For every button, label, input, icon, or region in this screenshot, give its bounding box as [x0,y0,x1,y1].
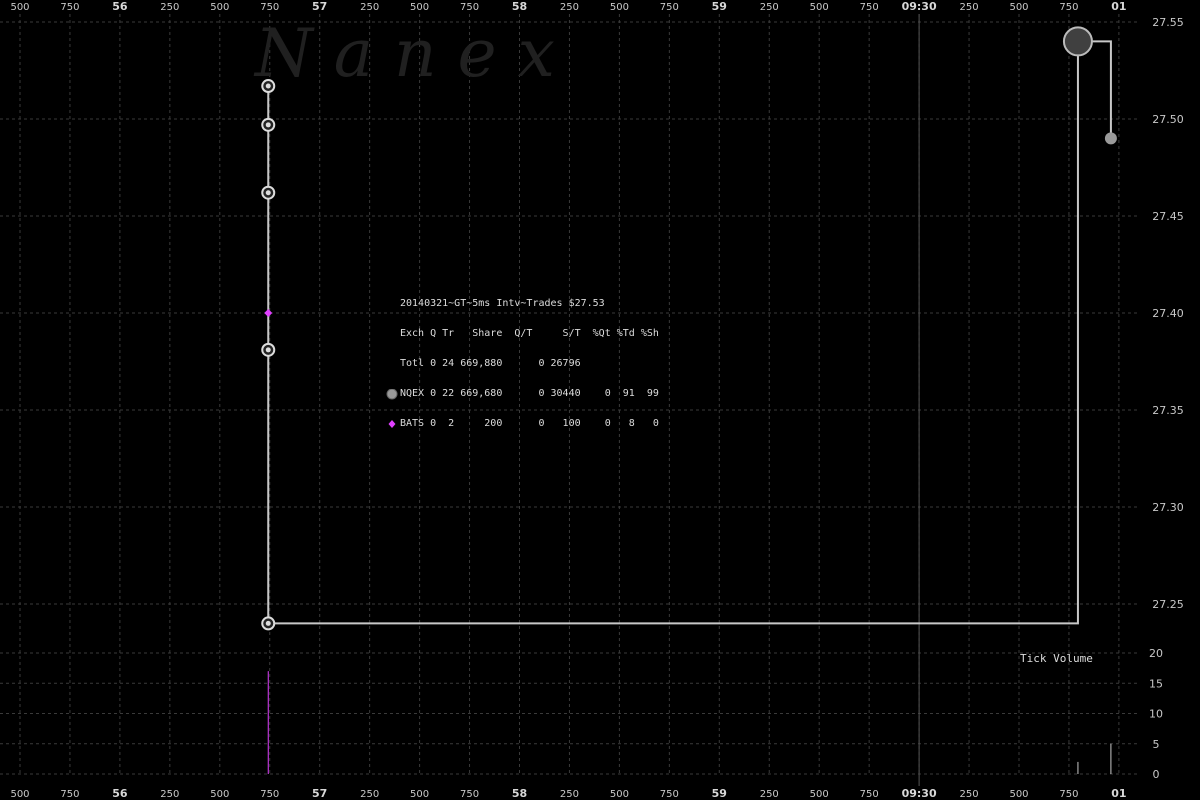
price-tick-label: 27.30 [1152,501,1184,514]
x-tick-label: 500 [210,789,229,800]
x-tick-label: 750 [60,2,79,13]
x-tick-label: 56 [112,0,128,13]
nqex-trade-point [1104,132,1117,145]
volume-tick-label: 0 [1153,768,1160,781]
x-tick-label: 09:30 [902,0,937,13]
x-tick-label: 250 [760,2,779,13]
x-tick-label: 01 [1111,0,1126,13]
x-tick-label: 500 [1009,789,1028,800]
x-tick-label: 250 [560,789,579,800]
x-axis-bottom: 500 750 56 250 500 750 57 250 500 750 58 250 500 750 5… [10,787,1126,800]
x-tick-label: 500 [210,2,229,13]
nqex-trade-point-core [265,347,271,353]
stats-title: 20140321~GT~5ms Intv~Trades $27.53 [400,298,605,309]
x-tick-label: 09:30 [902,787,937,800]
x-tick-label: 750 [660,2,679,13]
price-tick-label: 27.25 [1152,598,1184,611]
x-tick-label: 500 [810,2,829,13]
watermark: N a n e x [253,15,555,92]
x-tick-label: 750 [1059,789,1078,800]
volume-tick-label: 15 [1149,677,1163,690]
x-tick-label: 750 [460,789,479,800]
x-tick-label: 750 [260,789,279,800]
x-tick-label: 500 [1009,2,1028,13]
nqex-trade-point-core [265,190,271,196]
x-tick-label: 56 [112,787,128,800]
price-tick-label: 27.55 [1152,16,1184,29]
x-tick-label: 250 [160,2,179,13]
nqex-marker-icon [386,389,398,400]
nqex-trade-point-core [265,122,271,128]
x-tick-label: 250 [560,2,579,13]
x-tick-label: 250 [160,789,179,800]
x-tick-label: 750 [1059,2,1078,13]
x-tick-label: 59 [712,787,727,800]
x-tick-label: 500 [610,789,629,800]
x-tick-label: 500 [810,789,829,800]
x-tick-label: 250 [960,789,979,800]
x-tick-label: 750 [460,2,479,13]
price-tick-label: 27.40 [1152,307,1184,320]
bats-trade-point [264,309,273,317]
x-tick-label: 500 [410,2,429,13]
x-tick-label: 750 [860,2,879,13]
x-tick-label: 500 [10,789,29,800]
tick-volume-label: Tick Volume [1020,652,1093,665]
nqex-trade-point-core [265,620,271,626]
volume-tick-label: 20 [1149,647,1163,660]
x-tick-label: 500 [410,789,429,800]
x-tick-label: 750 [260,2,279,13]
price-tick-label: 27.45 [1152,210,1184,223]
stats-row-totl: Totl 0 24 669,880 0 26796 [400,358,581,369]
stats-header: Exch Q Tr Share Q/T S/T %Qt %Td %Sh [400,328,659,339]
volume-tick-label: 10 [1149,708,1163,721]
volume-tick-label: 5 [1153,738,1160,751]
x-tick-label: 01 [1111,787,1126,800]
x-tick-label: 57 [312,0,327,13]
x-tick-label: 58 [512,0,527,13]
x-tick-label: 58 [512,787,527,800]
x-axis-top: 500 750 56 250 500 750 57 250 500 750 58 250 500 750 5… [10,0,1126,13]
x-tick-label: 500 [610,2,629,13]
x-tick-label: 750 [660,789,679,800]
tick-volume-bars [267,671,1112,774]
price-axis: 27.55 27.50 27.45 27.40 27.35 27.30 27.25 [1152,16,1184,611]
volume-axis: 20 15 10 5 0 [1149,647,1163,781]
bats-marker-icon [388,420,396,428]
x-tick-label: 59 [712,0,727,13]
price-tick-label: 27.50 [1152,113,1184,126]
x-tick-label: 250 [360,2,379,13]
x-tick-label: 250 [960,2,979,13]
x-tick-label: 750 [860,789,879,800]
stats-row-nqex: NQEX 0 22 669,680 0 30440 0 91 99 [400,388,659,399]
x-tick-label: 500 [10,2,29,13]
nqex-trade-point [1062,26,1093,57]
x-tick-label: 250 [360,789,379,800]
stats-row-bats: BATS 0 2 200 0 100 0 8 0 [400,418,659,429]
x-tick-label: 57 [312,787,327,800]
x-tick-label: 750 [60,789,79,800]
price-tick-label: 27.35 [1152,404,1184,417]
nqex-trade-point-core [265,83,271,89]
x-tick-label: 250 [760,789,779,800]
stats-box: 20140321~GT~5ms Intv~Trades $27.53 Exch … [386,279,659,439]
chart-canvas: N a n e x 500 750 56 250 500 750 57 250 500 750 58… [0,0,1184,800]
